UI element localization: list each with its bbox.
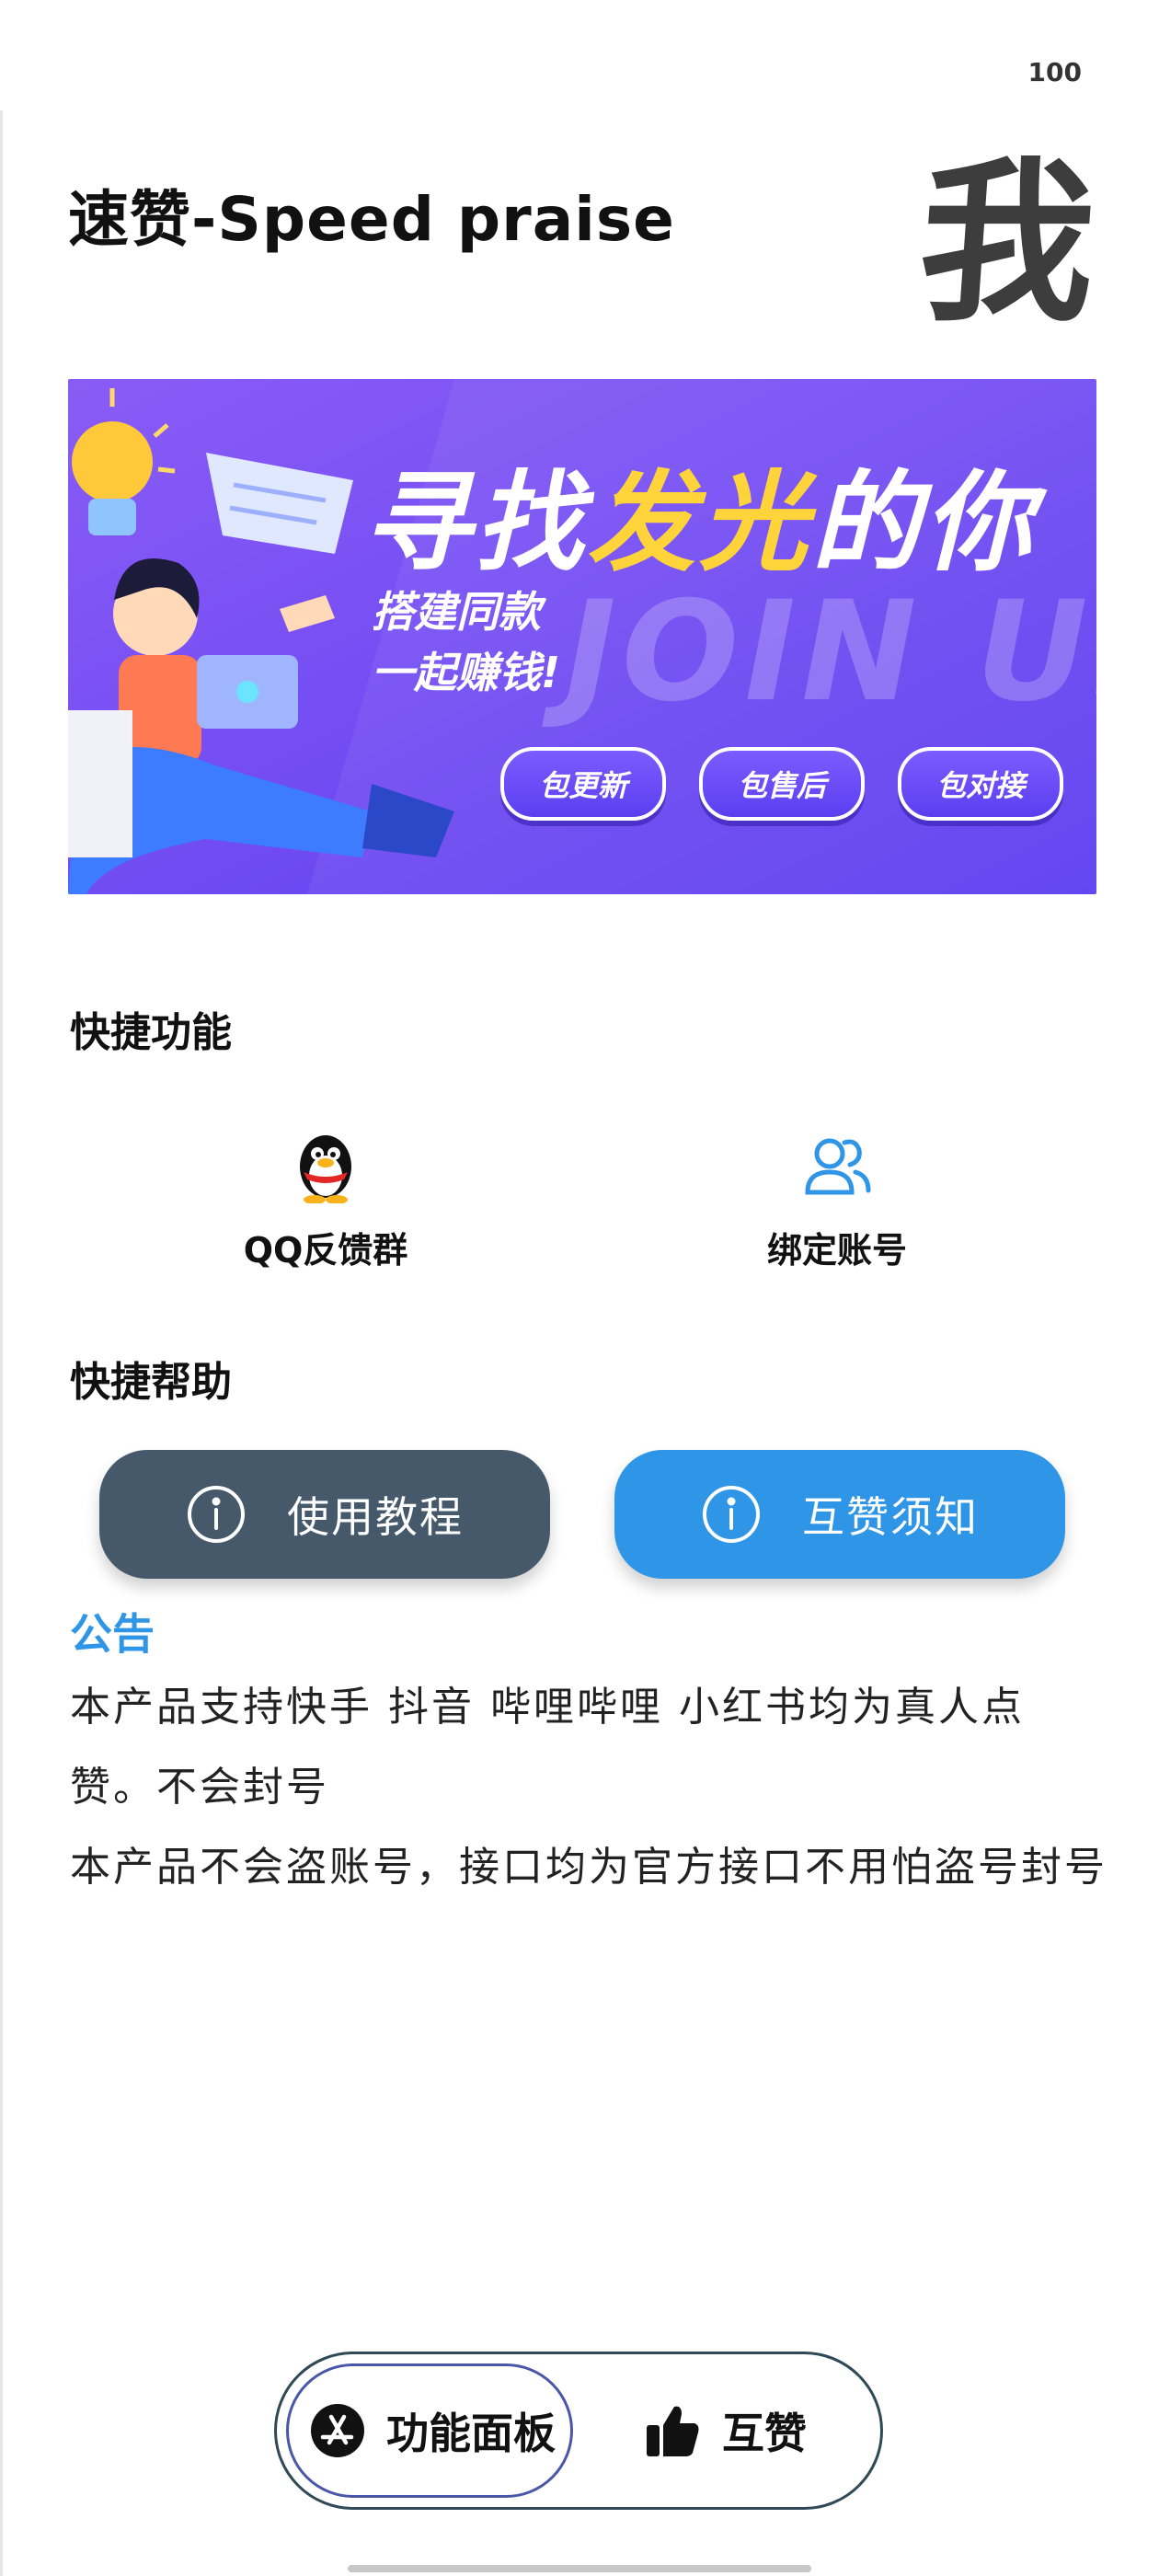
home-indicator[interactable] [348,2565,811,2572]
notice-title: 公告 [70,1609,155,1659]
mutual-like-notice-label: 互赞须知 [802,1492,979,1542]
banner-pill-update: 包更新 [500,747,666,821]
left-edge-divider [0,110,3,2576]
tab-mutual-like[interactable]: 互赞 [643,2363,807,2498]
me-profile-button[interactable]: 我 [912,142,1101,345]
notice-line: 本产品支持快手 抖音 哔哩哔哩 小红书均为真人点赞。不会封号 [70,1684,1025,1811]
mutual-like-notice-button[interactable]: 互赞须知 [614,1450,1065,1579]
banner-headline-highlight: 发光 [587,459,812,586]
info-icon [188,1486,245,1543]
tab-function-panel[interactable]: 功能面板 [286,2363,573,2498]
thumbs-up-icon [647,2406,699,2456]
banner-pill-docking: 包对接 [898,747,1063,821]
banner-headline: 寻找发光的你 [362,459,1037,586]
quick-functions-title: 快捷功能 [70,1009,232,1056]
info-icon [703,1486,760,1543]
tab-mutual-like-label: 互赞 [722,2409,807,2458]
bottom-tab-bar: 功能面板 互赞 [274,2352,883,2510]
bind-account-label: 绑定账号 [766,1230,907,1271]
tutorial-button-label: 使用教程 [287,1492,464,1542]
banner-watermark: JOIN US [565,572,1096,732]
banner-subtitle: 搭建同款 一起赚钱! [372,587,560,697]
notice-line: 本产品不会盗账号，接口均为官方接口不用怕盗号封号 [70,1844,1107,1891]
tutorial-button[interactable]: 使用教程 [99,1450,550,1579]
users-icon [805,1138,871,1195]
banner-pill-aftersale: 包售后 [699,747,865,821]
banner-pill-row: 包更新 包售后 包对接 [500,747,1063,821]
bind-account-button[interactable]: 绑定账号 [671,1126,1003,1272]
notice-body: 本产品支持快手 抖音 哔哩哔哩 小红书均为真人点赞。不会封号 本产品不会盗账号，… [70,1667,1109,1907]
qq-feedback-group-button[interactable]: QQ反馈群 [160,1126,491,1272]
tab-function-panel-label: 功能面板 [386,2409,556,2458]
qq-feedback-group-label: QQ反馈群 [243,1230,408,1271]
me-label: 我 [912,142,1102,345]
page-title: 速赞-Speed praise [68,184,675,255]
quick-help-title: 快捷帮助 [70,1359,232,1406]
qq-penguin-icon [300,1135,351,1204]
battery-level: 100 [1027,57,1082,87]
app-store-icon [311,2404,364,2457]
promo-banner[interactable]: JOIN US 寻找发光的你 搭建同款 一起赚钱! 包更新 包售后 包对接 [68,379,1096,894]
